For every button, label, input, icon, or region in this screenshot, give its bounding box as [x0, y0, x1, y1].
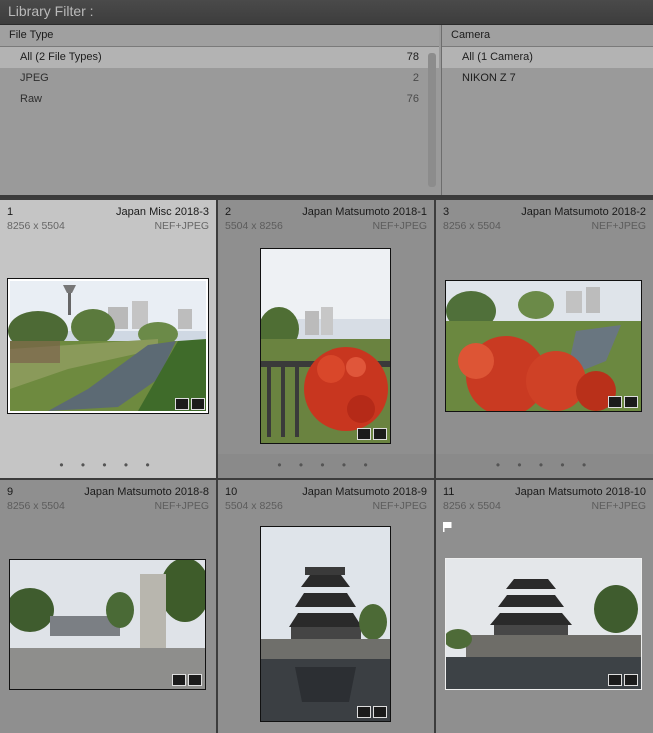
cell-header: 9 Japan Matsumoto 2018-8 8256 x 5504 NEF… — [0, 480, 216, 516]
cell-index: 2 — [225, 206, 232, 218]
river-town-photo — [8, 281, 206, 411]
thumbnail-badges — [172, 674, 202, 686]
grid-cell[interactable]: 9 Japan Matsumoto 2018-8 8256 x 5504 NEF… — [0, 480, 216, 733]
cell-dimensions: 8256 x 5504 — [7, 500, 65, 512]
cell-index: 1 — [7, 206, 14, 218]
cell-dimensions: 5504 x 8256 — [225, 220, 283, 232]
cell-header: 3 Japan Matsumoto 2018-2 8256 x 5504 NEF… — [436, 200, 653, 236]
camera-header-label: Camera — [451, 29, 491, 41]
cell-dimensions: 8256 x 5504 — [7, 220, 65, 232]
file-type-row-count: 78 — [406, 51, 419, 63]
cell-header: 2 Japan Matsumoto 2018-1 5504 x 8256 NEF… — [218, 200, 434, 236]
cell-header: 11 Japan Matsumoto 2018-10 8256 x 5504 N… — [436, 480, 653, 516]
stack-icon — [188, 674, 202, 686]
file-type-row-jpeg[interactable]: JPEG 2 — [0, 68, 439, 89]
grid-cell[interactable]: 3 Japan Matsumoto 2018-2 8256 x 5504 NEF… — [436, 200, 653, 478]
rating-dots[interactable]: • • • • • — [0, 458, 216, 472]
cell-filename: Japan Matsumoto 2018-9 — [302, 486, 427, 498]
keyword-tag-icon — [357, 428, 371, 440]
camera-row-label: All (1 Camera) — [462, 51, 533, 63]
pick-flag-icon[interactable] — [443, 522, 452, 532]
cell-index: 10 — [225, 486, 238, 498]
keyword-tag-icon — [175, 398, 189, 410]
cell-filename: Japan Misc 2018-3 — [116, 206, 209, 218]
cell-file-type: NEF+JPEG — [591, 220, 646, 232]
stack-icon — [624, 674, 638, 686]
cell-index: 9 — [7, 486, 14, 498]
file-type-header[interactable]: File Type — [0, 25, 439, 47]
camera-column: Camera All (1 Camera) NIKON Z 7 — [441, 25, 653, 195]
photo-thumbnail[interactable] — [7, 278, 209, 414]
thumbnail-badges — [608, 674, 638, 686]
keyword-tag-icon — [608, 396, 622, 408]
file-type-row-label: JPEG — [20, 72, 49, 84]
cell-file-type: NEF+JPEG — [591, 500, 646, 512]
photo-thumbnail[interactable] — [9, 559, 206, 690]
cell-filename: Japan Matsumoto 2018-8 — [84, 486, 209, 498]
file-type-row-label: Raw — [20, 93, 43, 105]
file-type-header-label: File Type — [9, 29, 54, 41]
thumbnail-badges — [608, 396, 638, 408]
photo-thumbnail[interactable] — [445, 558, 642, 690]
cell-header: 1 Japan Misc 2018-3 8256 x 5504 NEF+JPEG — [0, 200, 216, 236]
rating-dots[interactable]: • • • • • — [436, 458, 653, 472]
photo-thumbnail[interactable] — [445, 280, 642, 412]
cell-dimensions: 8256 x 5504 — [443, 500, 501, 512]
cell-file-type: NEF+JPEG — [154, 500, 209, 512]
grid-cell[interactable]: 2 Japan Matsumoto 2018-1 5504 x 8256 NEF… — [218, 200, 434, 478]
rating-dots[interactable]: • • • • • — [218, 458, 434, 472]
camera-row-all[interactable]: All (1 Camera) — [442, 47, 653, 68]
camera-header[interactable]: Camera — [442, 25, 653, 47]
castle-stone-marker-photo — [10, 560, 205, 689]
file-type-row-count: 76 — [406, 93, 419, 105]
file-type-row-raw[interactable]: Raw 76 — [0, 89, 439, 110]
camera-row-label: NIKON Z 7 — [462, 72, 516, 84]
library-filter-label: Library Filter : — [8, 3, 94, 19]
cell-dimensions: 5504 x 8256 — [225, 500, 283, 512]
stack-icon — [191, 398, 205, 410]
cell-dimensions: 8256 x 5504 — [443, 220, 501, 232]
cell-filename: Japan Matsumoto 2018-1 — [302, 206, 427, 218]
thumbnail-badges — [175, 398, 205, 410]
file-type-scrollbar[interactable] — [428, 53, 436, 187]
flowers-river-photo — [446, 281, 641, 411]
cell-filename: Japan Matsumoto 2018-10 — [515, 486, 646, 498]
thumbnail-grid: 1 Japan Misc 2018-3 8256 x 5504 NEF+JPEG — [0, 198, 653, 733]
grid-cell[interactable]: 10 Japan Matsumoto 2018-9 5504 x 8256 NE… — [218, 480, 434, 733]
keyword-tag-icon — [357, 706, 371, 718]
stack-icon — [624, 396, 638, 408]
cell-file-type: NEF+JPEG — [372, 220, 427, 232]
photo-thumbnail[interactable] — [260, 248, 391, 444]
camera-row-nikon-z7[interactable]: NIKON Z 7 — [442, 68, 653, 89]
keyword-tag-icon — [608, 674, 622, 686]
library-filter-bar: Library Filter : — [0, 0, 653, 25]
flowers-bridge-photo — [261, 249, 390, 443]
file-type-row-label: All (2 File Types) — [20, 51, 102, 63]
stack-icon — [373, 428, 387, 440]
cell-header: 10 Japan Matsumoto 2018-9 5504 x 8256 NE… — [218, 480, 434, 516]
cell-index: 11 — [443, 486, 455, 498]
thumbnail-badges — [357, 706, 387, 718]
photo-thumbnail[interactable] — [260, 526, 391, 722]
cell-index: 3 — [443, 206, 450, 218]
cell-filename: Japan Matsumoto 2018-2 — [521, 206, 646, 218]
metadata-filter-panel: File Type All (2 File Types) 78 JPEG 2 R… — [0, 25, 653, 195]
file-type-row-all[interactable]: All (2 File Types) 78 — [0, 47, 439, 68]
keyword-tag-icon — [172, 674, 186, 686]
file-type-column: File Type All (2 File Types) 78 JPEG 2 R… — [0, 25, 439, 195]
file-type-row-count: 2 — [412, 72, 419, 84]
cell-file-type: NEF+JPEG — [372, 500, 427, 512]
stack-icon — [373, 706, 387, 718]
grid-cell[interactable]: 11 Japan Matsumoto 2018-10 8256 x 5504 N… — [436, 480, 653, 733]
cell-file-type: NEF+JPEG — [154, 220, 209, 232]
thumbnail-badges — [357, 428, 387, 440]
matsumoto-castle-portrait-photo — [261, 527, 390, 721]
matsumoto-castle-landscape-photo — [446, 559, 641, 689]
grid-cell[interactable]: 1 Japan Misc 2018-3 8256 x 5504 NEF+JPEG — [0, 200, 216, 478]
